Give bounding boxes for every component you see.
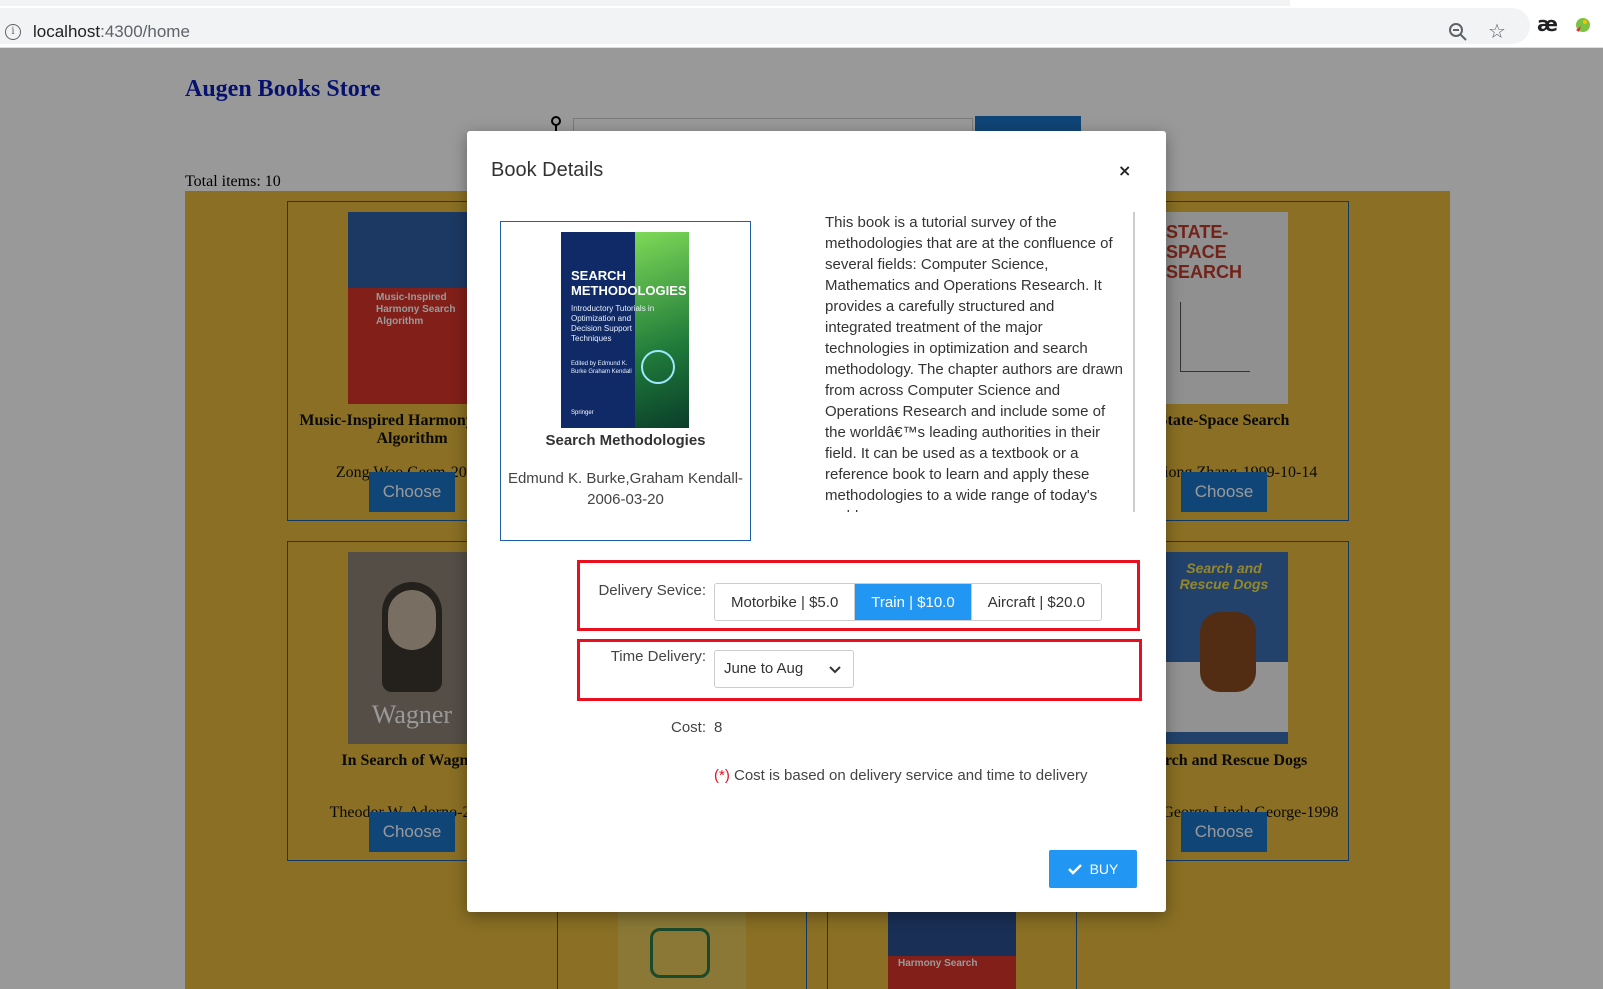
close-icon[interactable]: × [1118, 161, 1131, 180]
extension-ae-icon[interactable]: æ [1537, 12, 1558, 36]
time-delivery-select[interactable]: June to Aug [714, 650, 854, 688]
cover-publisher: Springer [571, 410, 594, 416]
book-summary-box: SEARCH METHODOLOGIES Introductory Tutori… [500, 221, 751, 541]
tab-strip [0, 0, 1290, 6]
modal-title: Book Details [491, 159, 604, 181]
cover-editors: Edited by Edmund K. Burke Graham Kendall [571, 361, 632, 375]
url-host: localhost [33, 22, 101, 41]
delivery-option-motorbike[interactable]: Motorbike | $5.0 [715, 584, 856, 620]
cost-note: (*) Cost is based on delivery service an… [714, 767, 1088, 784]
cost-label: Cost: [670, 719, 706, 736]
cost-value: 8 [714, 719, 723, 736]
bookmark-star-icon[interactable]: ☆ [1488, 20, 1510, 42]
buy-button[interactable]: BUY [1049, 850, 1137, 888]
book-description: This book is a tutorial survey of the me… [825, 214, 1123, 512]
cover-subtitle: Introductory Tutorials in Optimization a… [571, 304, 655, 343]
note-asterisk: (*) [714, 767, 730, 784]
browser-toolbar: i localhost:4300/home ☆ æ [0, 0, 1603, 48]
cover-title: SEARCH METHODOLOGIES [571, 268, 687, 298]
check-icon [1067, 864, 1082, 875]
zoom-out-icon[interactable] [1448, 22, 1468, 42]
book-cover: SEARCH METHODOLOGIES Introductory Tutori… [561, 232, 689, 428]
note-text: Cost is based on delivery service and ti… [729, 767, 1088, 784]
chevron-down-icon [829, 666, 841, 674]
buy-label: BUY [1089, 861, 1119, 877]
book-details-modal: Book Details × SEARCH METHODOLOGIES Intr… [467, 131, 1166, 912]
book-author: Edmund K. Burke,Graham Kendall-2006-03-2… [507, 470, 744, 508]
url-path: :4300/home [100, 22, 190, 41]
delivery-option-train[interactable]: Train | $10.0 [855, 584, 972, 620]
time-delivery-value: June to Aug [724, 660, 804, 677]
delivery-service-toggle: Motorbike | $5.0 Train | $10.0 Aircraft … [714, 583, 1102, 621]
url-text[interactable]: localhost:4300/home [33, 22, 190, 42]
description-scroll[interactable]: This book is a tutorial survey of the me… [825, 212, 1135, 512]
info-icon[interactable]: i [5, 24, 21, 40]
time-delivery-label: Time Delivery: [610, 648, 706, 665]
extension-bird-icon[interactable] [1573, 14, 1593, 34]
book-title: Search Methodologies [545, 432, 706, 449]
delivery-option-aircraft[interactable]: Aircraft | $20.0 [971, 584, 1101, 620]
delivery-label: Delivery Sevice: [598, 582, 706, 599]
address-bar[interactable]: i localhost:4300/home ☆ [0, 8, 1530, 44]
